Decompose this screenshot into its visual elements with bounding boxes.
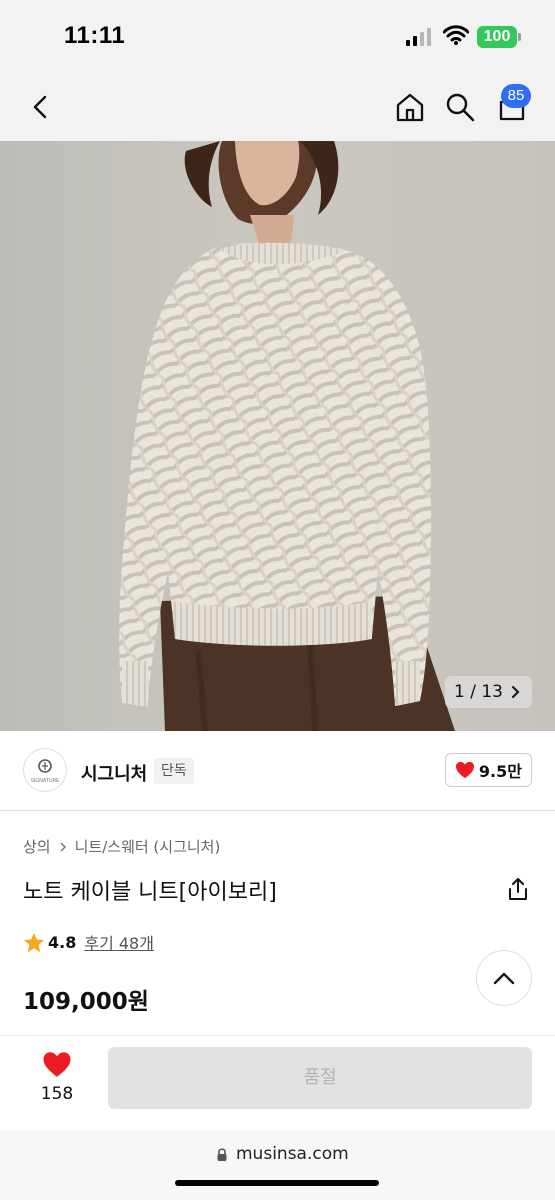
image-counter-text: 1 / 13 bbox=[454, 682, 503, 702]
purchase-bar: 158 품절 bbox=[0, 1035, 555, 1130]
sold-out-button[interactable]: 품절 bbox=[108, 1047, 532, 1109]
back-icon bbox=[33, 95, 47, 119]
review-link[interactable]: 후기 48개 bbox=[84, 930, 154, 954]
star-icon bbox=[23, 932, 45, 952]
browser-address-bar[interactable]: musinsa.com bbox=[0, 1130, 555, 1200]
product-like-button[interactable]: 158 bbox=[28, 1051, 86, 1104]
exclusive-badge: 단독 bbox=[154, 758, 194, 784]
breadcrumb: 상의 니트/스웨터 (시그니처) bbox=[23, 836, 220, 857]
search-button[interactable] bbox=[438, 85, 482, 129]
share-icon bbox=[509, 878, 527, 900]
chevron-right-icon bbox=[60, 841, 66, 852]
wifi-icon bbox=[443, 25, 469, 45]
back-button[interactable] bbox=[18, 85, 62, 129]
address-url: musinsa.com bbox=[236, 1144, 349, 1164]
brand-logo-icon: SIGNATURE bbox=[31, 759, 60, 784]
image-counter[interactable]: 1 / 13 bbox=[445, 676, 532, 708]
cellular-signal-icon bbox=[406, 28, 431, 46]
status-bar: 11:11 100 bbox=[0, 0, 555, 75]
home-button[interactable] bbox=[388, 85, 432, 129]
brand-name[interactable]: 시그니처 bbox=[81, 760, 147, 786]
home-icon bbox=[396, 93, 424, 122]
lock-icon bbox=[217, 1147, 227, 1161]
sweater-photo bbox=[0, 141, 555, 731]
cart-count-badge: 85 bbox=[501, 84, 531, 108]
breadcrumb-item-top[interactable]: 상의 bbox=[23, 836, 51, 857]
chevron-up-icon bbox=[493, 972, 515, 985]
breadcrumb-item-knit[interactable]: 니트/스웨터 (시그니처) bbox=[75, 836, 221, 857]
brand-logo-text: SIGNATURE bbox=[31, 778, 60, 784]
product-like-count: 158 bbox=[40, 1084, 74, 1104]
home-indicator[interactable] bbox=[175, 1180, 379, 1186]
share-button[interactable] bbox=[505, 876, 531, 902]
brand-row: SIGNATURE 시그니처 단독 9.5만 bbox=[0, 731, 555, 811]
product-image[interactable] bbox=[0, 141, 555, 731]
product-title: 노트 케이블 니트[아이보리] bbox=[23, 880, 277, 905]
status-time: 11:11 bbox=[64, 22, 126, 49]
brand-logo[interactable]: SIGNATURE bbox=[23, 748, 67, 792]
heart-icon bbox=[43, 1052, 71, 1077]
product-price: 109,000원 bbox=[23, 989, 149, 1015]
brand-like-button[interactable]: 9.5만 bbox=[444, 753, 532, 787]
chevron-right-icon bbox=[512, 686, 520, 698]
heart-icon bbox=[455, 761, 474, 779]
battery-indicator: 100 bbox=[477, 26, 521, 48]
search-icon bbox=[446, 93, 475, 122]
brand-like-count: 9.5만 bbox=[478, 762, 522, 781]
top-navigation bbox=[0, 75, 555, 141]
rating-score: 4.8 bbox=[48, 932, 77, 952]
address-display: musinsa.com bbox=[216, 1144, 349, 1164]
scroll-top-button[interactable] bbox=[476, 950, 532, 1006]
rating-row: 4.8 후기 48개 bbox=[23, 930, 154, 954]
